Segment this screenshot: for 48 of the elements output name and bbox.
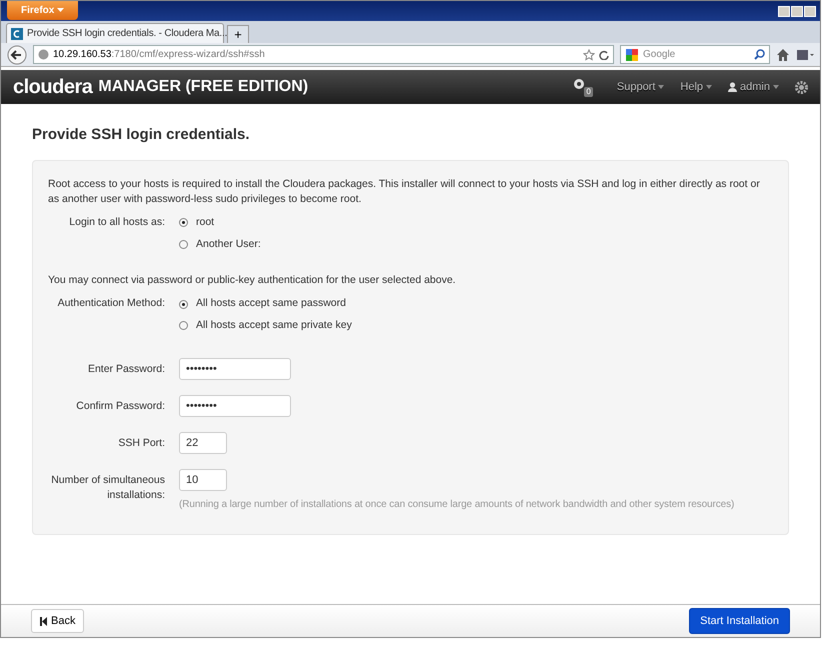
- brand-logo: cloudera: [13, 75, 92, 100]
- radio-option[interactable]: Another User:: [179, 236, 261, 252]
- input-field[interactable]: 22: [179, 432, 227, 454]
- back-button[interactable]: Back: [31, 608, 84, 634]
- intro-text: Root access to your hosts is required to install the Cloudera packages. This installer will connect to your hosts via SSH and log in either directly as root or as another user with password-less sudo privileges to become root.: [48, 177, 761, 207]
- search-icon[interactable]: [754, 49, 765, 60]
- caret-icon: [706, 85, 712, 89]
- skip-back-icon: [40, 616, 47, 626]
- site-icon: [11, 28, 23, 40]
- settings-icon[interactable]: [795, 80, 808, 94]
- field-label: Enter Password:: [86, 362, 166, 377]
- bookmarks-icon[interactable]: [796, 48, 814, 62]
- notifications-button[interactable]: 0: [572, 77, 593, 97]
- field-label: Authentication Method:: [56, 296, 166, 312]
- home-icon[interactable]: [776, 48, 790, 62]
- window-controls-icon[interactable]: [778, 6, 816, 17]
- page-title: Provide SSH login credentials.: [32, 126, 251, 144]
- radio-option[interactable]: All hosts accept same password: [179, 296, 352, 312]
- field-label: Number of simultaneous installations:: [50, 472, 166, 503]
- address-bar[interactable]: 10.29.160.53:7180/cmf/express-wizard/ssh#ssh: [33, 45, 614, 64]
- user-icon: [728, 82, 738, 92]
- browser-tab[interactable]: Provide SSH login credentials. - Cloudera Ma...: [6, 23, 224, 43]
- field-label: Confirm Password:: [75, 398, 166, 414]
- dropdown-menu[interactable]: Help: [680, 78, 712, 96]
- product-name: MANAGER (FREE EDITION): [98, 77, 308, 97]
- start-installation-button[interactable]: Start Installation: [689, 608, 790, 634]
- auth-note: You may connect via password or public-key authentication for the user selected above.: [48, 272, 457, 288]
- google-icon: [625, 48, 639, 62]
- dropdown-menu[interactable]: Support: [616, 78, 664, 96]
- user-menu[interactable]: admin: [728, 78, 779, 96]
- input-field[interactable]: 10: [179, 468, 227, 491]
- reload-icon[interactable]: [599, 50, 609, 60]
- caret-icon: [57, 8, 64, 12]
- field-label: Login to all hosts as:: [68, 215, 166, 230]
- radio-option[interactable]: root: [179, 215, 261, 231]
- input-field[interactable]: ••••••••: [179, 358, 291, 380]
- hint-text: (Running a large number of installations at once can consume large amounts of network bandwidth and other system resources): [179, 498, 734, 512]
- caret-icon: [658, 85, 664, 89]
- field-label: SSH Port:: [117, 436, 166, 451]
- ring-icon: [572, 78, 585, 90]
- new-tab-button[interactable]: +: [227, 25, 249, 43]
- search-field[interactable]: Google: [620, 45, 770, 64]
- caret-icon: [773, 85, 779, 89]
- back-icon[interactable]: [7, 44, 27, 64]
- globe-icon: [38, 49, 49, 60]
- radio-option[interactable]: All hosts accept same private key: [179, 318, 352, 334]
- input-field[interactable]: ••••••••: [179, 394, 291, 417]
- star-icon[interactable]: [583, 48, 595, 60]
